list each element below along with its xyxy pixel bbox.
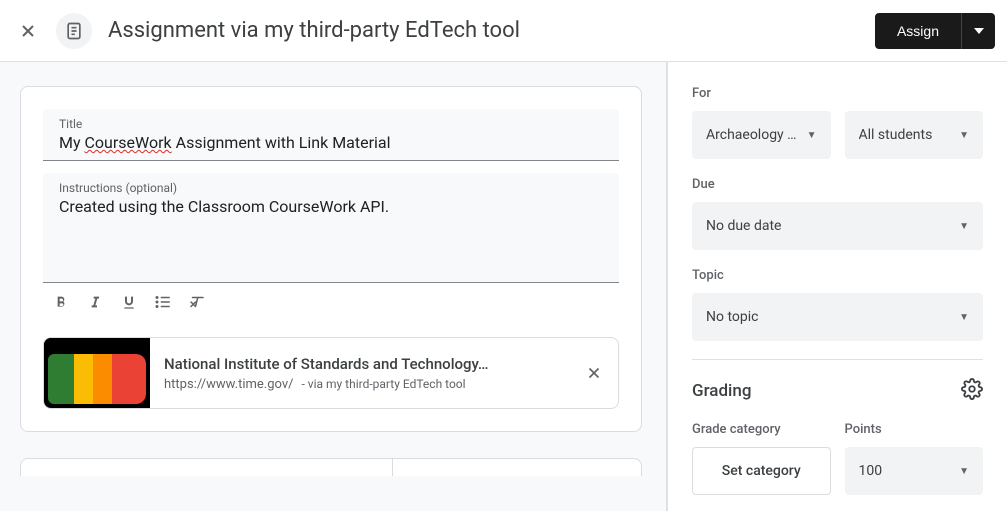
- class-dropdown-value: Archaeology …: [706, 127, 801, 143]
- for-label: For: [692, 86, 983, 101]
- underline-icon[interactable]: [119, 293, 139, 311]
- divider: [692, 359, 983, 360]
- due-label: Due: [692, 177, 983, 192]
- class-dropdown[interactable]: Archaeology … ▼: [692, 111, 831, 159]
- students-dropdown[interactable]: All students ▼: [845, 111, 984, 159]
- assign-dropdown-button[interactable]: [961, 13, 995, 49]
- assignment-icon: [56, 13, 92, 49]
- italic-icon[interactable]: [85, 293, 105, 311]
- due-date-value: No due date: [706, 218, 953, 234]
- app-header: Assignment via my third-party EdTech too…: [0, 0, 1007, 62]
- close-icon[interactable]: [16, 19, 40, 43]
- format-toolbar: [43, 287, 619, 319]
- next-card-peek: [20, 458, 642, 476]
- title-label: Title: [59, 117, 603, 131]
- instructions-field[interactable]: Instructions (optional) Created using th…: [43, 173, 619, 283]
- bold-icon[interactable]: [51, 293, 71, 311]
- clear-format-icon[interactable]: [187, 293, 207, 311]
- chevron-down-icon: ▼: [807, 130, 817, 141]
- points-label: Points: [845, 422, 984, 437]
- topic-label: Topic: [692, 268, 983, 283]
- gear-icon[interactable]: [961, 378, 983, 404]
- instructions-label: Instructions (optional): [59, 181, 603, 195]
- title-input[interactable]: My CourseWork Assignment with Link Mater…: [59, 131, 603, 154]
- title-field[interactable]: Title My CourseWork Assignment with Link…: [43, 109, 619, 161]
- topic-value: No topic: [706, 309, 953, 325]
- grading-heading: Grading: [692, 381, 751, 401]
- chevron-down-icon: ▼: [959, 466, 969, 477]
- remove-attachment-icon[interactable]: [570, 364, 618, 382]
- assign-button[interactable]: Assign: [875, 13, 961, 49]
- sidebar-panel: For Archaeology … ▼ All students ▼ Due N…: [667, 62, 1007, 511]
- due-date-dropdown[interactable]: No due date ▼: [692, 202, 983, 250]
- assign-button-group: Assign: [875, 13, 995, 49]
- topic-dropdown[interactable]: No topic ▼: [692, 293, 983, 341]
- page-title: Assignment via my third-party EdTech too…: [108, 18, 859, 43]
- students-dropdown-value: All students: [859, 127, 954, 143]
- attachment-title: National Institute of Standards and Tech…: [164, 355, 556, 373]
- bullet-list-icon[interactable]: [153, 293, 173, 311]
- chevron-down-icon: ▼: [959, 312, 969, 323]
- attachment-thumbnail: [44, 338, 150, 408]
- instructions-input[interactable]: Created using the Classroom CourseWork A…: [59, 195, 603, 218]
- main-panel: Title My CourseWork Assignment with Link…: [0, 62, 667, 511]
- chevron-down-icon: ▼: [959, 130, 969, 141]
- points-dropdown[interactable]: 100 ▼: [845, 447, 984, 495]
- chevron-down-icon: ▼: [959, 221, 969, 232]
- attachment-card[interactable]: National Institute of Standards and Tech…: [43, 337, 619, 409]
- assignment-form-card: Title My CourseWork Assignment with Link…: [20, 86, 642, 432]
- attachment-info: National Institute of Standards and Tech…: [150, 347, 570, 400]
- attachment-via: - via my third-party EdTech tool: [301, 377, 465, 391]
- grade-category-label: Grade category: [692, 422, 831, 437]
- set-category-button[interactable]: Set category: [692, 447, 831, 495]
- points-value: 100: [859, 463, 954, 479]
- attachment-url: https://www.time.gov/: [164, 377, 294, 392]
